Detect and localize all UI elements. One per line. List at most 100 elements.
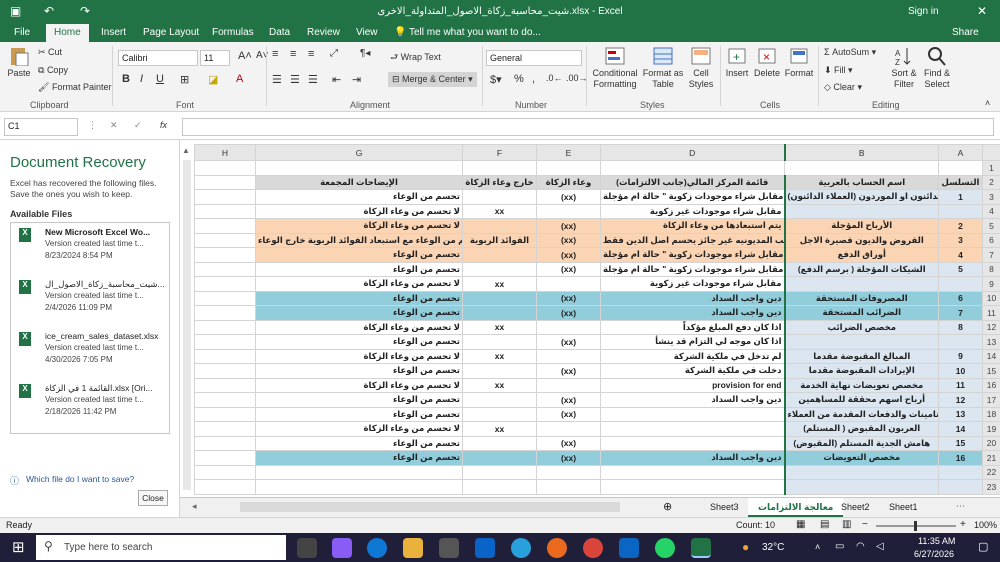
row-header[interactable]: 11 xyxy=(982,305,1000,321)
sign-in-link[interactable]: Sign in xyxy=(908,6,939,17)
cut-button[interactable]: ✂ Cut xyxy=(38,47,62,58)
linkedin-icon[interactable] xyxy=(619,538,639,558)
cell[interactable]: تحسم من الوعاء xyxy=(255,363,463,379)
page-break-view-icon[interactable]: ▥ xyxy=(842,519,851,530)
share-button[interactable]: Share xyxy=(952,27,979,38)
cell[interactable] xyxy=(194,392,256,408)
cell[interactable] xyxy=(194,435,256,451)
cell[interactable] xyxy=(938,464,983,480)
cell[interactable]: تحسم من الوعاء xyxy=(255,392,463,408)
chrome-icon[interactable] xyxy=(583,538,603,558)
firefox-icon[interactable] xyxy=(547,538,567,558)
tab-review[interactable]: Review xyxy=(307,27,340,38)
cell[interactable] xyxy=(536,160,601,176)
table-row[interactable]: لا تحسم من وعاء الزكاة xx اذا كان دفع المب… xyxy=(194,319,1000,335)
cell[interactable] xyxy=(536,319,601,335)
header-cell[interactable]: خارج وعاء الزكاة xyxy=(462,174,537,190)
cell[interactable]: مقابل شراء موجودات غير زكوية xyxy=(600,276,785,292)
cell[interactable] xyxy=(600,464,785,480)
cell[interactable]: تحسم من الوعاء xyxy=(255,435,463,451)
cell[interactable] xyxy=(462,160,537,176)
cancel-entry-icon[interactable]: ✕ xyxy=(110,120,118,131)
row-header[interactable]: 1 xyxy=(982,160,1000,176)
row-header[interactable]: 10 xyxy=(982,290,1000,306)
cell[interactable] xyxy=(255,160,463,176)
taskbar-search-box[interactable]: ⚲ Type here to search xyxy=(36,535,286,560)
table-row[interactable]: تحسم من الوعاء (xx) اذا كان موجه لي التزام… xyxy=(194,334,1000,350)
cell[interactable]: هامش الجدية المستلم (المقبوض) xyxy=(783,435,939,451)
cell[interactable]: بسبب المديونيه غير جائز يحسم اصل الدين ف… xyxy=(600,232,785,248)
recovery-file-item[interactable]: X New Microsoft Excel Wo... Version crea… xyxy=(11,223,169,275)
table-row[interactable]: لا تحسم من وعاء الزكاة xx مقابل شراء موجود… xyxy=(194,203,1000,219)
cell[interactable] xyxy=(194,247,256,263)
cell[interactable]: xx xyxy=(462,421,537,437)
cell[interactable] xyxy=(938,334,983,350)
cell[interactable] xyxy=(462,406,537,422)
column-header[interactable]: E xyxy=(536,144,601,161)
cell[interactable] xyxy=(536,348,601,364)
close-button[interactable]: Close xyxy=(138,490,168,506)
row-header[interactable]: 16 xyxy=(982,377,1000,393)
wrap-text-button[interactable]: ⮐ Wrap Text xyxy=(390,50,441,66)
cell[interactable]: الإيرادات المقبوضة مقدما xyxy=(783,363,939,379)
table-row[interactable]: لا تحسم من وعاء الزكاة xx provision for en… xyxy=(194,377,1000,393)
cell[interactable] xyxy=(462,334,537,350)
cell[interactable]: (xx) xyxy=(536,261,601,277)
cell[interactable]: xx xyxy=(462,348,537,364)
cell[interactable]: 11 xyxy=(938,377,983,393)
cell[interactable]: تحسم من الوعاء xyxy=(255,450,463,466)
comma-icon[interactable]: , xyxy=(532,73,535,85)
align-right-icon[interactable]: ☰ xyxy=(308,73,318,86)
cell[interactable]: 8 xyxy=(938,319,983,335)
cell[interactable]: العربون المقبوض ( المستلم) xyxy=(783,421,939,437)
select-all-corner[interactable] xyxy=(982,144,1000,161)
cell[interactable]: (xx) xyxy=(536,435,601,451)
cell[interactable] xyxy=(600,479,785,495)
row-header[interactable]: 4 xyxy=(982,203,1000,219)
bold-button[interactable]: B xyxy=(122,73,130,85)
row-header[interactable]: 20 xyxy=(982,435,1000,451)
row-header[interactable]: 5 xyxy=(982,218,1000,234)
network-icon[interactable]: ▭ xyxy=(835,541,844,552)
table-row[interactable]: تحسم من الوعاء (xx) دين واجب السداد الضرائب… xyxy=(194,305,1000,321)
row-header[interactable]: 15 xyxy=(982,363,1000,379)
cell[interactable] xyxy=(255,464,463,480)
conditional-formatting-button[interactable]: Conditional Formatting xyxy=(590,46,640,90)
cell[interactable] xyxy=(194,160,256,176)
cell[interactable]: xx xyxy=(462,203,537,219)
cell[interactable]: (xx) xyxy=(536,450,601,466)
cell[interactable] xyxy=(194,421,256,437)
cell[interactable]: (xx) xyxy=(536,218,601,234)
cell[interactable]: مخصص تعويضات نهاية الخدمة xyxy=(783,377,939,393)
insert-cells-button[interactable]: + Insert xyxy=(722,46,752,79)
column-header[interactable]: A xyxy=(938,144,983,161)
cell[interactable]: 9 xyxy=(938,348,983,364)
row-header[interactable]: 14 xyxy=(982,348,1000,364)
tab-file[interactable]: File xyxy=(14,27,30,38)
table-row[interactable]: تحسم من الوعاء (xx) التامينات والدفعات الم… xyxy=(194,406,1000,422)
cell[interactable] xyxy=(194,290,256,306)
table-row[interactable]: تحسم من الوعاء (xx) مقابل شراء موجودات زكو… xyxy=(194,247,1000,263)
table-row[interactable]: تحسم من الوعاء مع استبعاد الفوائد الربوي… xyxy=(194,232,1000,248)
cell[interactable]: مخصص التعويضات xyxy=(783,450,939,466)
cell[interactable]: اذا كان دفع المبلغ مؤكداً xyxy=(600,319,785,335)
cell[interactable]: المبالغ المقبوضة مقدما xyxy=(783,348,939,364)
cell[interactable]: لم تدخل في ملكية الشركة xyxy=(600,348,785,364)
table-row[interactable]: 22 xyxy=(194,464,1000,480)
fill-color-icon[interactable]: ◪ xyxy=(208,73,218,86)
new-sheet-icon[interactable]: ⊕ xyxy=(663,500,672,513)
table-row[interactable]: لا تحسم من وعاء الزكاة xx العربون المقبوض … xyxy=(194,421,1000,437)
cell[interactable] xyxy=(536,464,601,480)
row-header[interactable]: 6 xyxy=(982,232,1000,248)
cell[interactable]: تحسم من الوعاء مع استبعاد الفوائد الربوي… xyxy=(255,232,463,248)
cell[interactable]: مقابل شراء موجودات زكوية " حالة ام مؤجلة… xyxy=(600,247,785,263)
cell[interactable]: 10 xyxy=(938,363,983,379)
cell[interactable] xyxy=(194,348,256,364)
cell[interactable]: 15 xyxy=(938,435,983,451)
cell[interactable] xyxy=(536,377,601,393)
format-cells-button[interactable]: Format xyxy=(783,46,815,79)
cell[interactable] xyxy=(194,189,256,205)
row-header[interactable]: 22 xyxy=(982,464,1000,480)
font-name-select[interactable]: Calibri xyxy=(118,50,198,66)
cell[interactable]: 2 xyxy=(938,218,983,234)
